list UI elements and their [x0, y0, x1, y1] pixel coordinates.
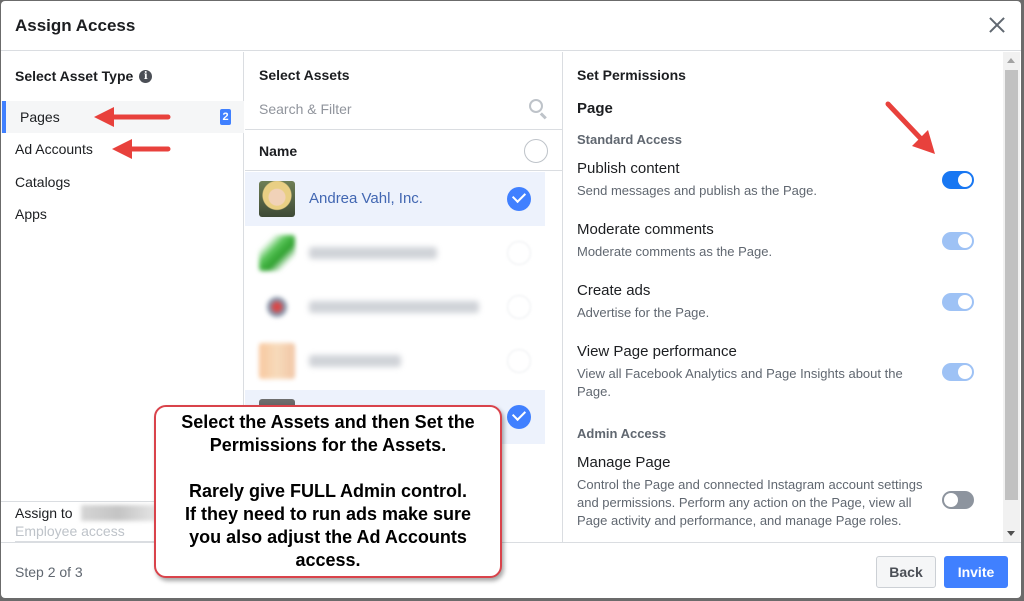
admin-access-label: Admin Access: [577, 426, 667, 441]
asset-type-label: Catalogs: [15, 174, 71, 190]
close-icon[interactable]: [987, 15, 1007, 35]
search-icon[interactable]: [528, 98, 548, 120]
page-avatar: [259, 343, 295, 379]
page-avatar: [259, 181, 295, 217]
permission-manage-page: Manage Page Control the Page and connect…: [577, 454, 997, 530]
asset-type-heading-text: Select Asset Type: [15, 68, 134, 84]
annotation-arrow-toggle-icon: [885, 101, 935, 154]
permission-description: Control the Page and connected Instagram…: [577, 477, 923, 528]
callout-line: Permissions for the Assets.: [209, 435, 447, 455]
selected-count-badge: 2: [220, 109, 231, 125]
permission-title: Moderate comments: [577, 221, 714, 238]
permissions-scrollbar[interactable]: [1003, 52, 1020, 542]
callout-line: Rarely give FULL Admin control.: [188, 481, 468, 501]
permission-description: Send messages and publish as the Page.: [577, 183, 817, 198]
asset-type-apps[interactable]: Apps: [1, 198, 244, 230]
invite-button[interactable]: Invite: [944, 556, 1008, 588]
manage-page-toggle[interactable]: [942, 491, 974, 509]
step-indicator: Step 2 of 3: [15, 564, 83, 580]
asset-row[interactable]: [245, 334, 545, 388]
redacted-asset-name: [309, 247, 437, 259]
asset-checkbox-checked[interactable]: [507, 405, 531, 429]
asset-type-label: Apps: [15, 206, 47, 222]
permission-title: Create ads: [577, 282, 651, 299]
permission-title: Publish content: [577, 160, 680, 177]
permission-asset-type-title: Page: [577, 100, 613, 117]
search-bar: [245, 90, 562, 130]
moderate-comments-toggle[interactable]: [942, 232, 974, 250]
annotation-arrow-ad-accounts-icon: [112, 139, 171, 159]
asset-checkbox-checked[interactable]: [507, 187, 531, 211]
permission-moderate-comments: Moderate comments Moderate comments as t…: [577, 221, 997, 261]
redacted-asset-name: [309, 301, 479, 313]
asset-checkbox[interactable]: [507, 349, 531, 373]
assign-to-label: Assign to: [15, 505, 73, 521]
asset-row[interactable]: Andrea Vahl, Inc.: [245, 172, 545, 226]
annotation-callout: Select the Assets and then Set the Permi…: [154, 405, 502, 578]
select-all-checkbox[interactable]: [524, 139, 548, 163]
callout-line: you also adjust the Ad Accounts: [189, 527, 467, 547]
asset-type-catalogs[interactable]: Catalogs: [1, 166, 244, 198]
callout-line: access.: [295, 550, 361, 570]
create-ads-toggle[interactable]: [942, 293, 974, 311]
asset-type-label: Pages: [20, 109, 60, 125]
redacted-person-name: [81, 505, 156, 521]
back-button[interactable]: Back: [876, 556, 936, 588]
info-icon[interactable]: i: [139, 69, 153, 83]
page-avatar: [259, 289, 295, 325]
name-header-label: Name: [259, 143, 298, 159]
dialog-header: Assign Access: [1, 1, 1021, 51]
permission-description: Moderate comments as the Page.: [577, 244, 773, 259]
permission-view-page-performance: View Page performance View all Facebook …: [577, 343, 997, 401]
permission-title: View Page performance: [577, 343, 737, 360]
asset-name: Andrea Vahl, Inc.: [309, 190, 423, 207]
page-avatar: [259, 235, 295, 271]
set-permissions-heading: Set Permissions: [577, 67, 686, 83]
redacted-asset-name: [309, 355, 401, 367]
scrollbar-thumb[interactable]: [1005, 70, 1018, 500]
permission-create-ads: Create ads Advertise for the Page.: [577, 282, 997, 322]
standard-access-label: Standard Access: [577, 132, 683, 147]
select-assets-heading: Select Assets: [259, 67, 350, 83]
asset-row[interactable]: [245, 280, 545, 334]
permission-title: Manage Page: [577, 454, 671, 471]
permission-publish-content: Publish content Send messages and publis…: [577, 160, 997, 200]
dialog-title: Assign Access: [15, 16, 136, 35]
callout-line: If they need to run ads make sure: [184, 504, 472, 524]
search-input[interactable]: [259, 98, 509, 120]
asset-row[interactable]: [245, 226, 545, 280]
access-level-label: Employee access: [15, 523, 125, 539]
callout-line: Select the Assets and then Set the: [181, 412, 475, 432]
permission-description: View all Facebook Analytics and Page Ins…: [577, 366, 903, 399]
view-page-performance-toggle[interactable]: [942, 363, 974, 381]
asset-type-label: Ad Accounts: [15, 141, 93, 157]
annotation-arrow-pages-icon: [94, 107, 171, 127]
asset-checkbox[interactable]: [507, 295, 531, 319]
scroll-down-arrow-icon[interactable]: [1007, 531, 1015, 536]
name-column-header: Name: [245, 131, 562, 171]
permission-description: Advertise for the Page.: [577, 305, 710, 320]
scroll-up-arrow-icon[interactable]: [1007, 58, 1015, 63]
publish-content-toggle[interactable]: [942, 171, 974, 189]
asset-type-heading: Select Asset Type i: [15, 68, 153, 84]
asset-checkbox[interactable]: [507, 241, 531, 265]
